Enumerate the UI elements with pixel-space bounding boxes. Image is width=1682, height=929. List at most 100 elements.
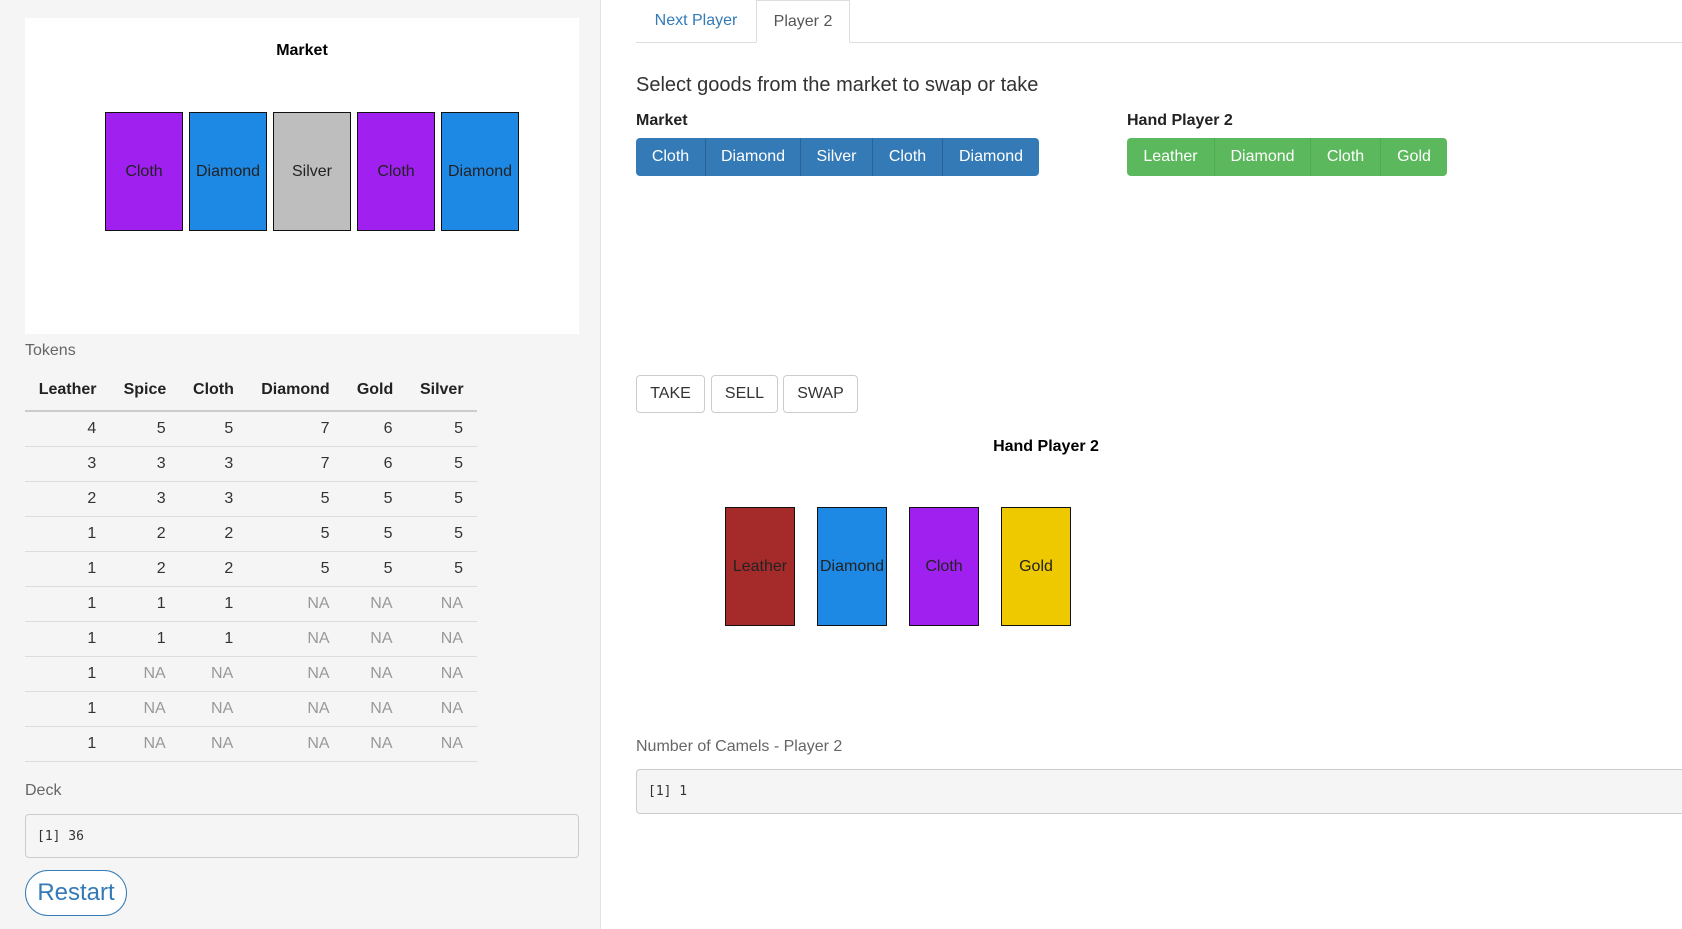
- hand-good-button[interactable]: Cloth: [1311, 138, 1381, 176]
- market-button-group: Cloth Diamond Silver Cloth Diamond: [636, 138, 1039, 176]
- tokens-cell: NA: [247, 621, 344, 657]
- table-row: 233555: [25, 481, 477, 517]
- market-group-label: Market: [636, 112, 688, 129]
- hand-card: Leather: [725, 507, 795, 626]
- table-row: 1 NA NA NA NA NA: [25, 691, 477, 727]
- tokens-header-cell: Gold: [343, 370, 407, 412]
- tokens-cell: 1: [110, 621, 180, 657]
- camels-output: [1] 1: [636, 769, 1682, 814]
- camels-label: Number of Camels - Player 2: [636, 738, 843, 755]
- tokens-cell: 1: [179, 621, 248, 657]
- tokens-cell: 6: [343, 411, 407, 447]
- deck-label: Deck: [25, 782, 62, 799]
- restart-button[interactable]: Restart: [25, 870, 127, 916]
- tokens-cell: 1: [25, 691, 111, 727]
- tokens-cell: 1: [25, 656, 111, 692]
- tokens-cell: 4: [25, 411, 111, 447]
- tokens-cell: NA: [343, 691, 407, 727]
- tokens-cell: NA: [179, 726, 248, 762]
- tokens-header-cell: Diamond: [247, 370, 344, 412]
- tokens-cell: NA: [179, 691, 248, 727]
- tokens-cell: NA: [179, 656, 248, 692]
- swap-button[interactable]: SWAP: [783, 375, 858, 413]
- tokens-cell: NA: [343, 656, 407, 692]
- tokens-cell: NA: [110, 691, 180, 727]
- tokens-cell: NA: [247, 586, 344, 622]
- tokens-cell: 3: [110, 481, 180, 517]
- tokens-cell: 1: [25, 621, 111, 657]
- market-card: Diamond: [189, 112, 267, 231]
- tokens-cell: 3: [25, 446, 111, 482]
- hand-plot-title: Hand Player 2: [993, 438, 1099, 455]
- tokens-cell: 5: [343, 551, 407, 587]
- take-button[interactable]: TAKE: [636, 375, 705, 413]
- tokens-cell: 5: [247, 481, 344, 517]
- tokens-cell: 5: [343, 481, 407, 517]
- tab-bar: Next Player Player 2: [636, 0, 1682, 43]
- market-card: Cloth: [105, 112, 183, 231]
- tokens-cell: NA: [406, 691, 477, 727]
- market-good-button[interactable]: Diamond: [706, 138, 801, 176]
- tokens-table: Leather Spice Cloth Diamond Gold Silver 45576…: [25, 370, 477, 762]
- tab-next-player[interactable]: Next Player: [636, 0, 756, 42]
- tokens-cell: 7: [247, 411, 344, 447]
- market-plot: Market Cloth Diamond Silver Cloth Diamond: [25, 18, 579, 334]
- tokens-cell: 7: [247, 446, 344, 482]
- tokens-cell: NA: [110, 726, 180, 762]
- table-row: 333765: [25, 446, 477, 482]
- hand-good-button[interactable]: Leather: [1127, 138, 1215, 176]
- market-good-button[interactable]: Cloth: [636, 138, 706, 176]
- table-row: 1 NA NA NA NA NA: [25, 726, 477, 762]
- tokens-cell: NA: [343, 726, 407, 762]
- tokens-header-cell: Cloth: [179, 370, 248, 412]
- tokens-cell: 5: [406, 411, 477, 447]
- tokens-cell: NA: [406, 621, 477, 657]
- tokens-header-cell: Spice: [110, 370, 180, 412]
- tokens-cell: 5: [247, 516, 344, 552]
- table-row: 1 1 1 NA NA NA: [25, 586, 477, 622]
- tokens-cell: NA: [247, 691, 344, 727]
- tokens-cell: 5: [110, 411, 180, 447]
- tokens-cell: 1: [25, 726, 111, 762]
- tokens-cell: 1: [110, 586, 180, 622]
- tokens-cell: 1: [25, 516, 111, 552]
- tokens-cell: NA: [110, 656, 180, 692]
- tokens-cell: 5: [406, 446, 477, 482]
- tokens-cell: 2: [179, 516, 248, 552]
- deck-output: [1] 36: [25, 814, 579, 858]
- tokens-cell: 5: [406, 551, 477, 587]
- tokens-header-cell: Leather: [25, 370, 111, 412]
- tokens-cell: 5: [406, 481, 477, 517]
- market-plot-title: Market: [276, 42, 328, 59]
- tokens-cell: 5: [179, 411, 248, 447]
- hand-good-button[interactable]: Diamond: [1215, 138, 1311, 176]
- tokens-cell: NA: [406, 726, 477, 762]
- tokens-body: 4 5 5 7 6 5 3 3 3 7 6 5 2 3 3 5 5 5 1 2 2 5 5 5 1 2 2 5 5 5 1 1 1 NA NA NA 1…: [25, 411, 477, 762]
- tokens-cell: NA: [247, 656, 344, 692]
- tokens-cell: 2: [110, 516, 180, 552]
- tokens-cell: 5: [343, 516, 407, 552]
- hand-card: Gold: [1001, 507, 1071, 626]
- tokens-cell: 3: [110, 446, 180, 482]
- hand-good-button[interactable]: Gold: [1381, 138, 1447, 176]
- tab-player-2[interactable]: Player 2: [756, 0, 850, 43]
- tokens-cell: 1: [25, 586, 111, 622]
- tokens-label: Tokens: [25, 342, 76, 359]
- tokens-header-row: Leather Spice Cloth Diamond Gold Silver: [25, 370, 477, 412]
- market-card: Cloth: [357, 112, 435, 231]
- market-good-button[interactable]: Diamond: [943, 138, 1039, 176]
- market-card: Silver: [273, 112, 351, 231]
- tokens-cell: NA: [406, 656, 477, 692]
- hand-plot: Hand Player 2 Leather Diamond Cloth Gold: [636, 430, 1456, 670]
- hand-button-group: Leather Diamond Cloth Gold: [1127, 138, 1447, 176]
- tokens-cell: NA: [343, 586, 407, 622]
- tokens-cell: 6: [343, 446, 407, 482]
- sell-button[interactable]: SELL: [711, 375, 778, 413]
- tokens-cell: NA: [247, 726, 344, 762]
- market-good-button[interactable]: Cloth: [873, 138, 943, 176]
- market-good-button[interactable]: Silver: [801, 138, 873, 176]
- tokens-header-cell: Silver: [406, 370, 477, 412]
- sidebar-panel: Market Cloth Diamond Silver Cloth Diamond To…: [0, 0, 601, 929]
- tokens-cell: 3: [179, 446, 248, 482]
- hand-card: Cloth: [909, 507, 979, 626]
